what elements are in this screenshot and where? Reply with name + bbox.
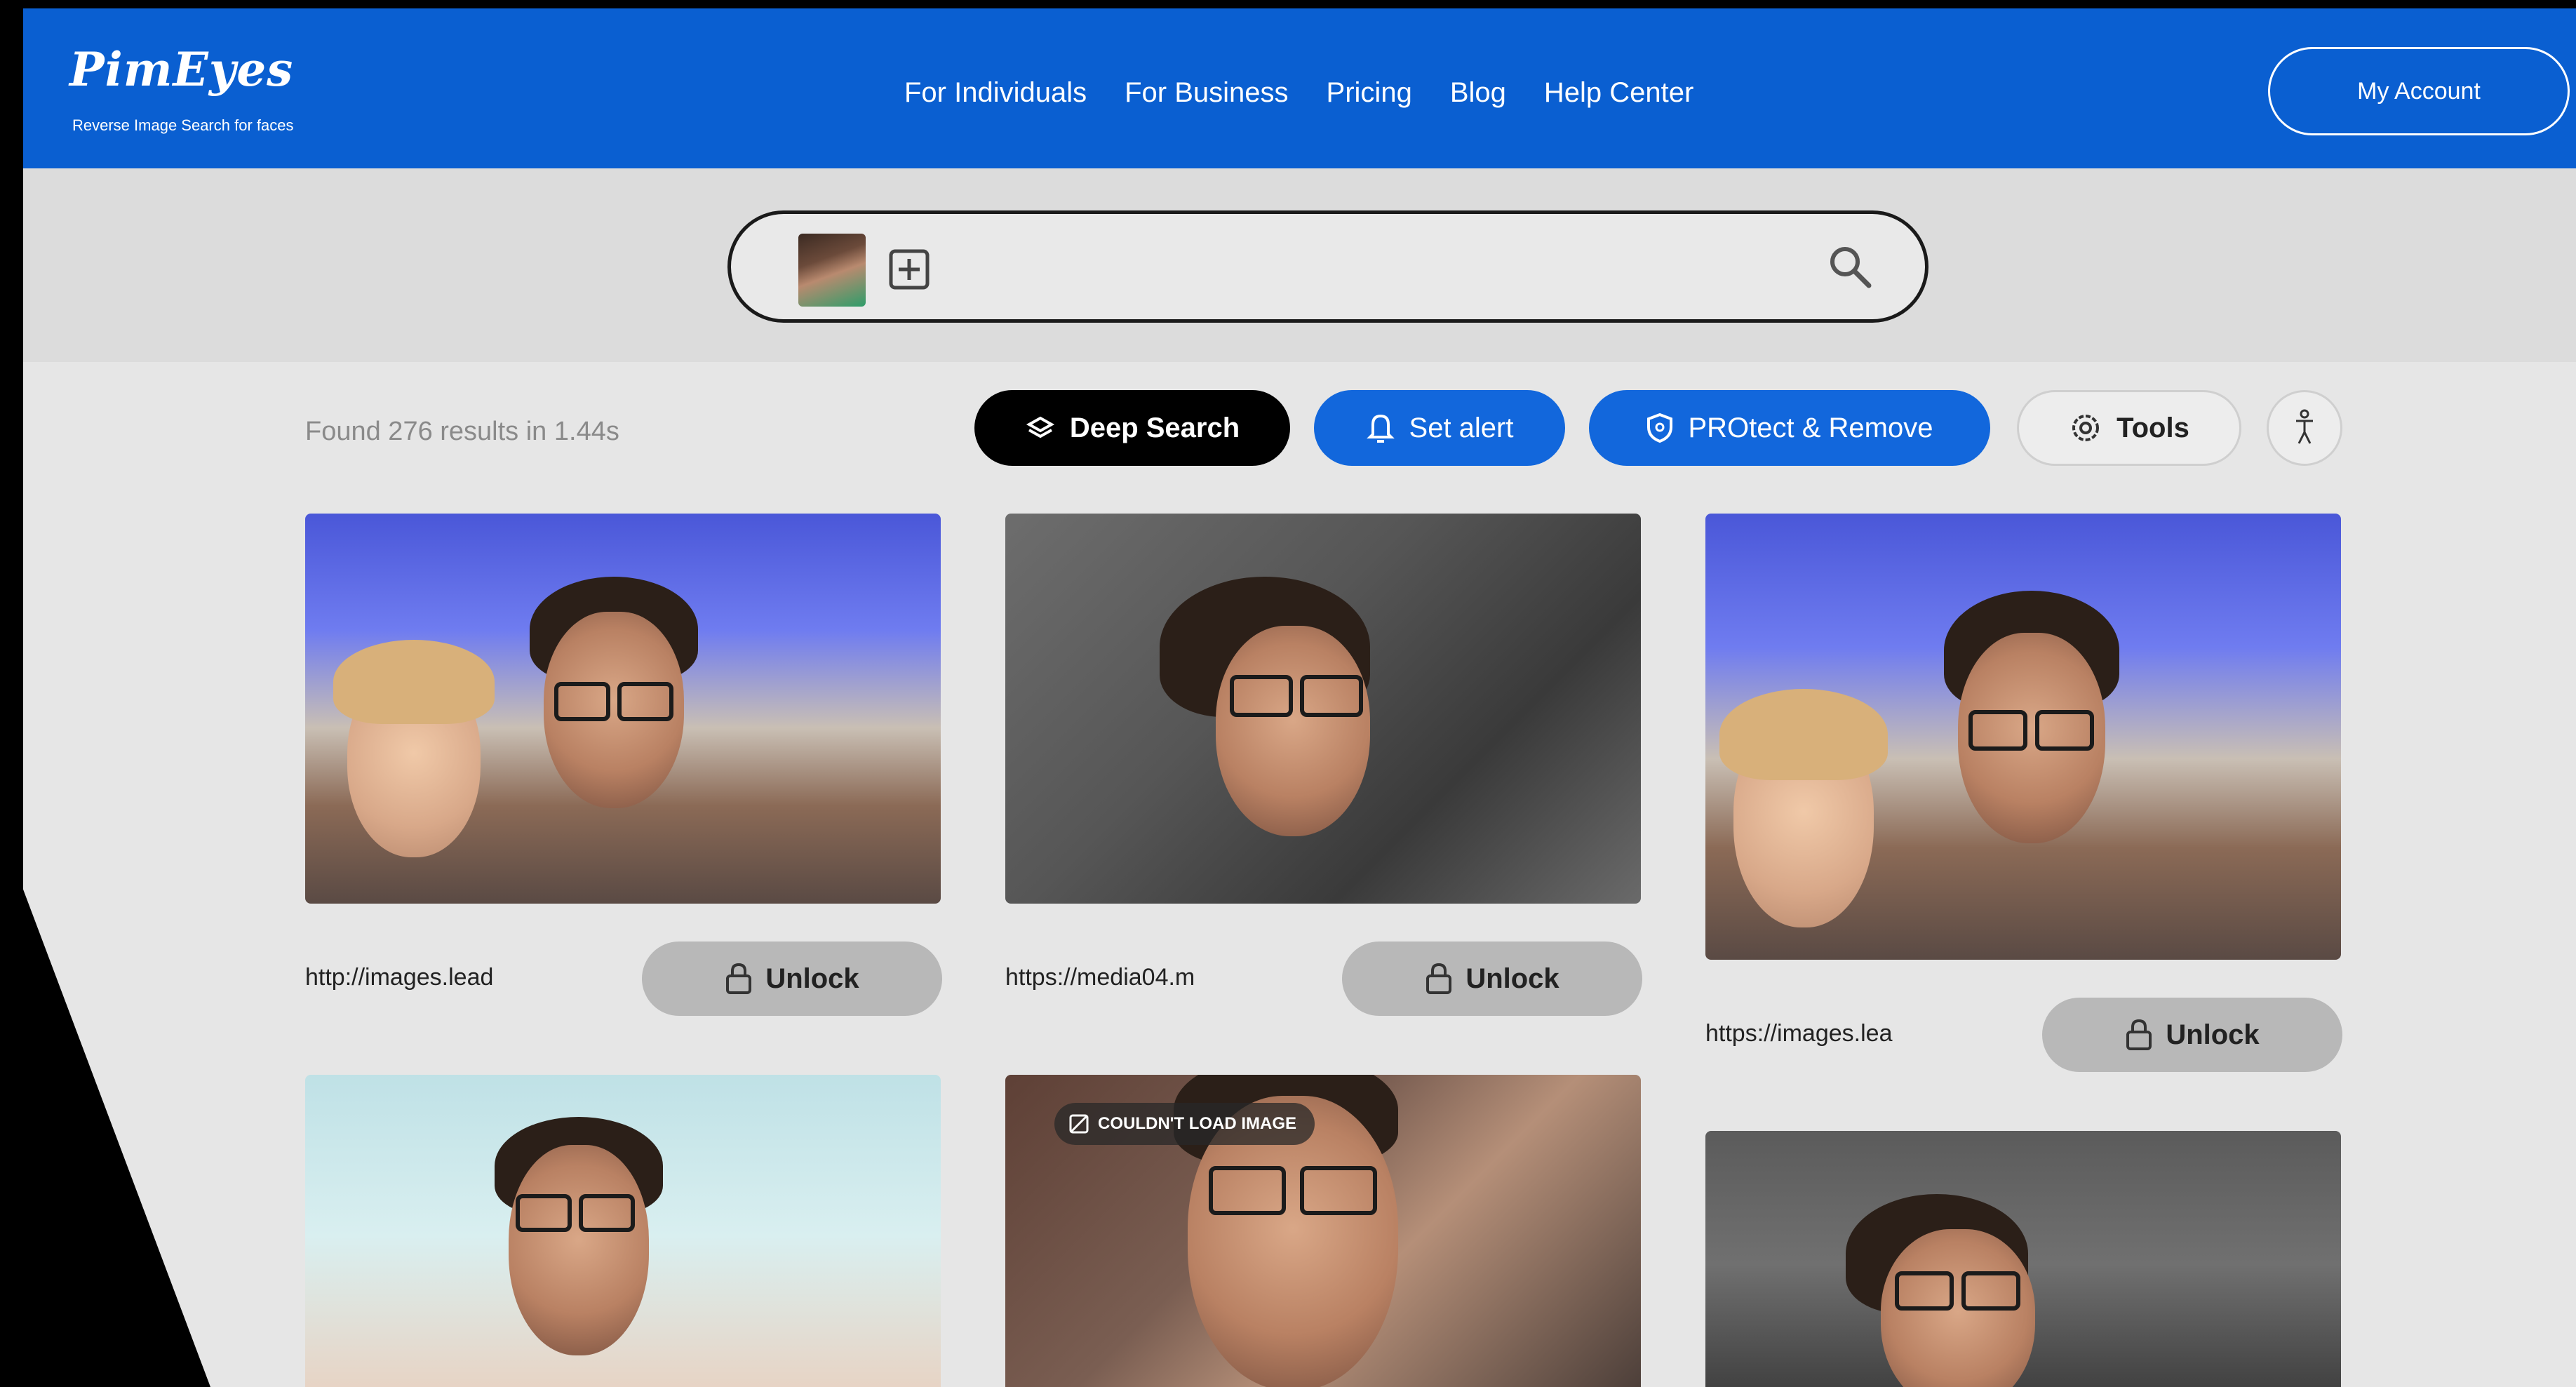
nav-for-business[interactable]: For Business [1125,77,1288,109]
glasses-shape [579,1194,635,1232]
set-alert-label: Set alert [1409,412,1514,443]
search-bar[interactable] [727,210,1928,323]
result-url[interactable]: https://images.lea [1705,1020,1972,1047]
lock-icon [726,963,752,994]
deep-search-button[interactable]: Deep Search [974,390,1290,466]
glasses-shape [1968,710,2027,751]
nav-help-center[interactable]: Help Center [1544,77,1693,109]
glasses-shape [1895,1271,1954,1311]
result-image[interactable] [1705,1131,2341,1387]
unlock-label: Unlock [1465,963,1559,994]
plus-square-icon[interactable] [889,249,930,290]
glasses-shape [1300,1166,1377,1215]
hair-shape [333,640,495,724]
glasses-shape [1230,675,1293,717]
nav-blog[interactable]: Blog [1450,77,1506,109]
tools-label: Tools [2117,412,2189,443]
logo-tagline: Reverse Image Search for faces [72,116,294,134]
lock-icon [1426,963,1452,994]
tools-button[interactable]: Tools [2017,390,2241,466]
main-nav: For Individuals For Business Pricing Blo… [904,77,1693,109]
protect-remove-button[interactable]: PROtect & Remove [1589,390,1990,466]
result-image[interactable] [305,1075,941,1387]
result-image[interactable] [1005,514,1641,904]
result-url[interactable]: https://media04.m [1005,964,1272,991]
lock-icon [2126,1019,2152,1050]
image-error-badge: COULDN'T LOAD IMAGE [1054,1103,1315,1145]
deep-search-label: Deep Search [1069,412,1240,443]
unlock-button[interactable]: Unlock [642,942,942,1016]
face-shape [1216,626,1370,836]
layers-icon [1026,416,1054,438]
glasses-shape [554,682,610,721]
uploaded-face-thumbnail[interactable] [798,234,866,307]
unlock-button[interactable]: Unlock [2042,998,2342,1072]
unlock-label: Unlock [765,963,859,994]
nav-pricing[interactable]: Pricing [1327,77,1412,109]
unlock-button[interactable]: Unlock [1342,942,1642,1016]
accessibility-icon [2296,409,2313,444]
glasses-shape [1961,1271,2020,1311]
image-error-text: COULDN'T LOAD IMAGE [1098,1114,1297,1133]
hair-shape [1719,689,1888,780]
gear-icon [2072,415,2100,441]
glasses-shape [617,682,673,721]
result-image[interactable] [305,514,941,904]
unlock-label: Unlock [2166,1019,2260,1050]
result-url[interactable]: http://images.lead [305,964,572,991]
glasses-shape [1300,675,1363,717]
accessibility-button[interactable] [2267,390,2342,466]
my-account-button[interactable]: My Account [2268,47,2570,135]
results-count: Found 276 results in 1.44s [305,417,619,446]
glasses-shape [2035,710,2094,751]
face-shape [509,1145,649,1355]
nav-for-individuals[interactable]: For Individuals [904,77,1087,109]
result-image[interactable] [1705,514,2341,960]
glasses-shape [516,1194,572,1232]
bell-icon [1366,414,1395,443]
app-canvas: PimEyes Reverse Image Search for faces F… [23,8,2576,1387]
top-navbar: PimEyes Reverse Image Search for faces F… [23,8,2576,168]
magnifier-icon[interactable] [1825,242,1874,291]
broken-image-icon [1069,1114,1089,1134]
glasses-shape [1209,1166,1286,1215]
logo[interactable]: PimEyes [69,42,293,97]
set-alert-button[interactable]: Set alert [1314,390,1565,466]
protect-remove-label: PROtect & Remove [1688,412,1933,443]
search-section [23,168,2576,362]
shield-icon [1647,413,1673,443]
